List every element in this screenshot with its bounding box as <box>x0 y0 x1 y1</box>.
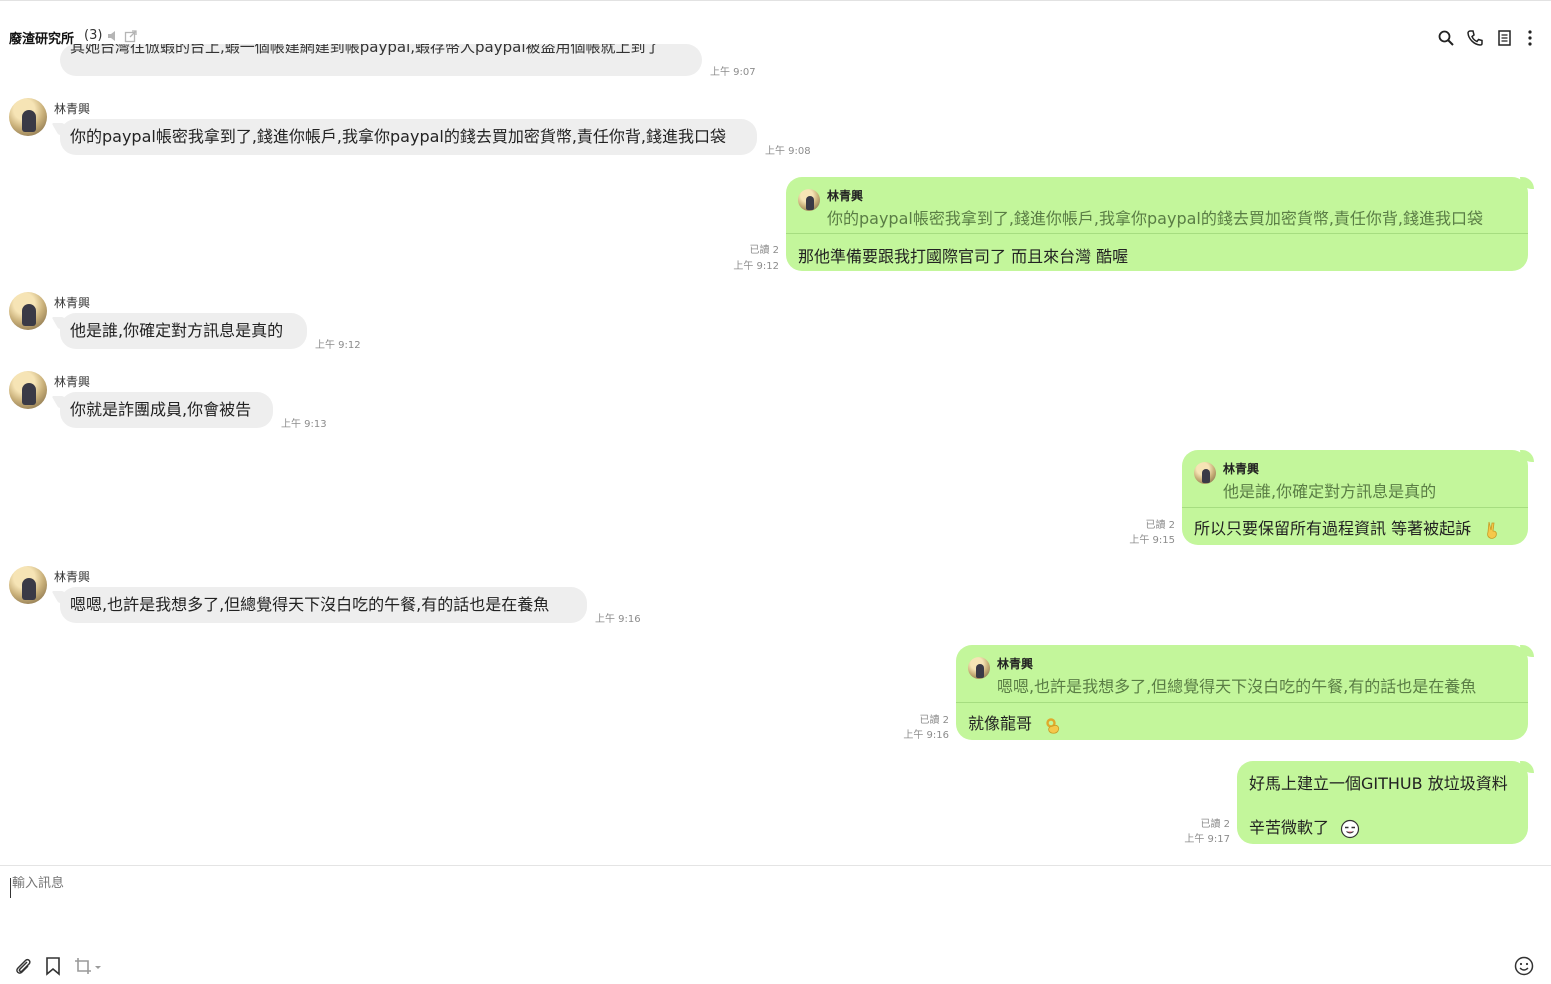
more-options-icon[interactable] <box>1521 29 1539 47</box>
reply-sender-name: 林青興 <box>997 657 1034 671</box>
avatar <box>798 189 820 211</box>
message-bubble-incoming[interactable]: 嗯嗯,也許是我想多了,但總覺得天下沒白吃的午餐,有的話也是在養魚 <box>60 587 587 623</box>
message-text: 就像龍哥 <box>968 714 1033 733</box>
avatar[interactable] <box>9 292 47 330</box>
emoji-icon[interactable] <box>1514 956 1534 976</box>
search-icon[interactable] <box>1437 29 1455 47</box>
read-receipt: 已讀 2 <box>1145 520 1175 531</box>
read-receipt: 已讀 2 <box>749 245 779 256</box>
reply-sender-name: 林青興 <box>827 189 864 203</box>
avatar <box>1194 462 1216 484</box>
message-time: 上午 9:13 <box>281 419 327 430</box>
message-time: 上午 9:16 <box>595 614 641 625</box>
message-bubble-incoming[interactable]: 他是誰,你確定對方訊息是真的 <box>60 313 307 349</box>
message-bubble-outgoing[interactable]: 林青興 他是誰,你確定對方訊息是真的 所以只要保留所有過程資訊 等著被起訴 <box>1182 450 1534 545</box>
reply-text: 嗯嗯,也許是我想多了,但總覺得天下沒白吃的午餐,有的話也是在養魚 <box>997 677 1477 696</box>
chat-title[interactable]: 廢渣研究所 <box>9 28 74 47</box>
reply-text: 你的paypal帳密我拿到了,錢進你帳戶,我拿你paypal的錢去買加密貨幣,責… <box>827 209 1484 228</box>
message-composer <box>0 865 1551 984</box>
smirk-face-icon <box>1341 819 1360 838</box>
message-input[interactable] <box>12 876 1312 891</box>
ok-hand-icon <box>1046 717 1060 734</box>
message-text: 其她台灣往倣蝦的台上,蝦一個帳建網建到帳paypal,蝦存幣人paypal被盜用… <box>70 44 661 56</box>
quoted-reply[interactable]: 林青興 他是誰,你確定對方訊息是真的 <box>1182 450 1528 508</box>
speaker-icon[interactable] <box>106 29 120 43</box>
message-time: 上午 9:07 <box>710 67 756 78</box>
message-bubble-partial[interactable]: 其她台灣往倣蝦的台上,蝦一個帳建網建到帳paypal,蝦存幣人paypal被盜用… <box>60 44 702 76</box>
message-time: 上午 9:12 <box>733 261 779 272</box>
message-text: 嗯嗯,也許是我想多了,但總覺得天下沒白吃的午餐,有的話也是在養魚 <box>70 595 550 614</box>
sender-name: 林青興 <box>54 102 91 116</box>
avatar[interactable] <box>9 98 47 136</box>
avatar <box>968 657 990 679</box>
text-caret <box>10 878 11 898</box>
message-time: 上午 9:08 <box>765 146 811 157</box>
quoted-reply[interactable]: 林青興 嗯嗯,也許是我想多了,但總覺得天下沒白吃的午餐,有的話也是在養魚 <box>956 645 1528 703</box>
notes-icon[interactable] <box>1496 29 1514 47</box>
paperclip-icon[interactable] <box>13 956 33 976</box>
avatar[interactable] <box>9 566 47 604</box>
message-text: 好馬上建立一個GITHUB 放垃圾資料 <box>1249 774 1508 793</box>
message-bubble-incoming[interactable]: 你的paypal帳密我拿到了,錢進你帳戶,我拿你paypal的錢去買加密貨幣,責… <box>60 119 757 155</box>
member-count[interactable]: (3) <box>84 28 102 43</box>
message-text: 你的paypal帳密我拿到了,錢進你帳戶,我拿你paypal的錢去買加密貨幣,責… <box>70 127 727 146</box>
message-bubble-outgoing[interactable]: 好馬上建立一個GITHUB 放垃圾資料 辛苦微軟了 <box>1237 761 1534 844</box>
sender-name: 林青興 <box>54 296 91 310</box>
message-bubble-outgoing[interactable]: 林青興 嗯嗯,也許是我想多了,但總覺得天下沒白吃的午餐,有的話也是在養魚 就像龍… <box>956 645 1534 740</box>
message-bubble-outgoing[interactable]: 林青興 你的paypal帳密我拿到了,錢進你帳戶,我拿你paypal的錢去買加密… <box>786 177 1534 271</box>
screenshot-crop-icon[interactable] <box>73 956 103 976</box>
message-text: 所以只要保留所有過程資訊 等著被起訴 <box>1194 519 1472 538</box>
read-receipt: 已讀 2 <box>919 715 949 726</box>
sender-name: 林青興 <box>54 570 91 584</box>
message-bubble-incoming[interactable]: 你就是詐團成員,你會被告 <box>60 392 273 428</box>
bookmark-icon[interactable] <box>43 956 63 976</box>
message-time: 上午 9:15 <box>1129 535 1175 546</box>
quoted-reply[interactable]: 林青興 你的paypal帳密我拿到了,錢進你帳戶,我拿你paypal的錢去買加密… <box>786 177 1528 234</box>
message-text: 他是誰,你確定對方訊息是真的 <box>70 321 284 340</box>
message-text: 你就是詐團成員,你會被告 <box>70 400 252 419</box>
message-text: 那他準備要跟我打國際官司了 而且來台灣 酷喔 <box>798 247 1129 266</box>
reply-text: 他是誰,你確定對方訊息是真的 <box>1223 482 1437 501</box>
sender-name: 林青興 <box>54 375 91 389</box>
reply-sender-name: 林青興 <box>1223 462 1260 476</box>
message-text-line2: 辛苦微軟了 <box>1249 818 1330 837</box>
popout-icon[interactable] <box>124 29 138 43</box>
message-time: 上午 9:16 <box>903 730 949 741</box>
message-time: 上午 9:12 <box>315 340 361 351</box>
phone-icon[interactable] <box>1466 29 1484 47</box>
read-receipt: 已讀 2 <box>1200 819 1230 830</box>
victory-hand-icon <box>1487 521 1497 539</box>
message-time: 上午 9:17 <box>1184 834 1230 845</box>
avatar[interactable] <box>9 371 47 409</box>
